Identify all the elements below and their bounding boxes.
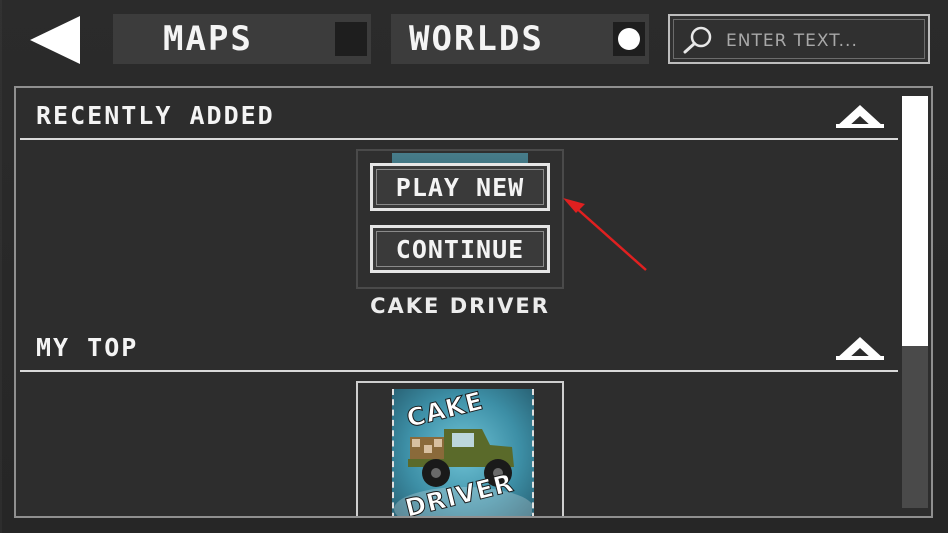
maps-toggle[interactable] bbox=[335, 22, 367, 56]
continue-label: CONTINUE bbox=[395, 234, 525, 264]
map-thumbnail[interactable]: CAKE DRIVER bbox=[392, 389, 534, 516]
scrollbar-thumb[interactable] bbox=[902, 96, 928, 346]
search-icon bbox=[683, 26, 712, 54]
search-box[interactable] bbox=[668, 14, 930, 64]
section-title-top: MY TOP bbox=[36, 333, 139, 362]
tab-maps[interactable]: MAPS bbox=[113, 14, 371, 64]
worlds-toggle[interactable] bbox=[613, 22, 645, 56]
chevron-up-icon[interactable] bbox=[836, 103, 884, 129]
tab-worlds[interactable]: WORLDS bbox=[391, 14, 649, 64]
recent-map-card: PLAY NEW CONTINUE bbox=[356, 149, 564, 289]
section-header-recent[interactable]: RECENTLY ADDED bbox=[20, 92, 898, 140]
play-new-button[interactable]: PLAY NEW bbox=[370, 163, 550, 211]
top-map-card[interactable]: CAKE DRIVER bbox=[356, 381, 564, 516]
content-panel: RECENTLY ADDED PLAY NEW CONTINUE CAKE DR… bbox=[14, 86, 933, 518]
selected-indicator bbox=[618, 28, 640, 50]
search-input[interactable] bbox=[724, 23, 924, 59]
tab-worlds-label: WORLDS bbox=[409, 19, 544, 59]
scrollbar-track[interactable] bbox=[902, 96, 928, 508]
continue-button[interactable]: CONTINUE bbox=[370, 225, 550, 273]
back-arrow-icon[interactable] bbox=[28, 14, 82, 66]
section-title-recent: RECENTLY ADDED bbox=[36, 101, 275, 130]
map-title: CAKE DRIVER bbox=[370, 294, 550, 318]
section-header-top[interactable]: MY TOP bbox=[20, 324, 898, 372]
play-new-label: PLAY NEW bbox=[395, 172, 525, 202]
tab-maps-label: MAPS bbox=[163, 19, 253, 59]
chevron-up-icon[interactable] bbox=[836, 335, 884, 361]
